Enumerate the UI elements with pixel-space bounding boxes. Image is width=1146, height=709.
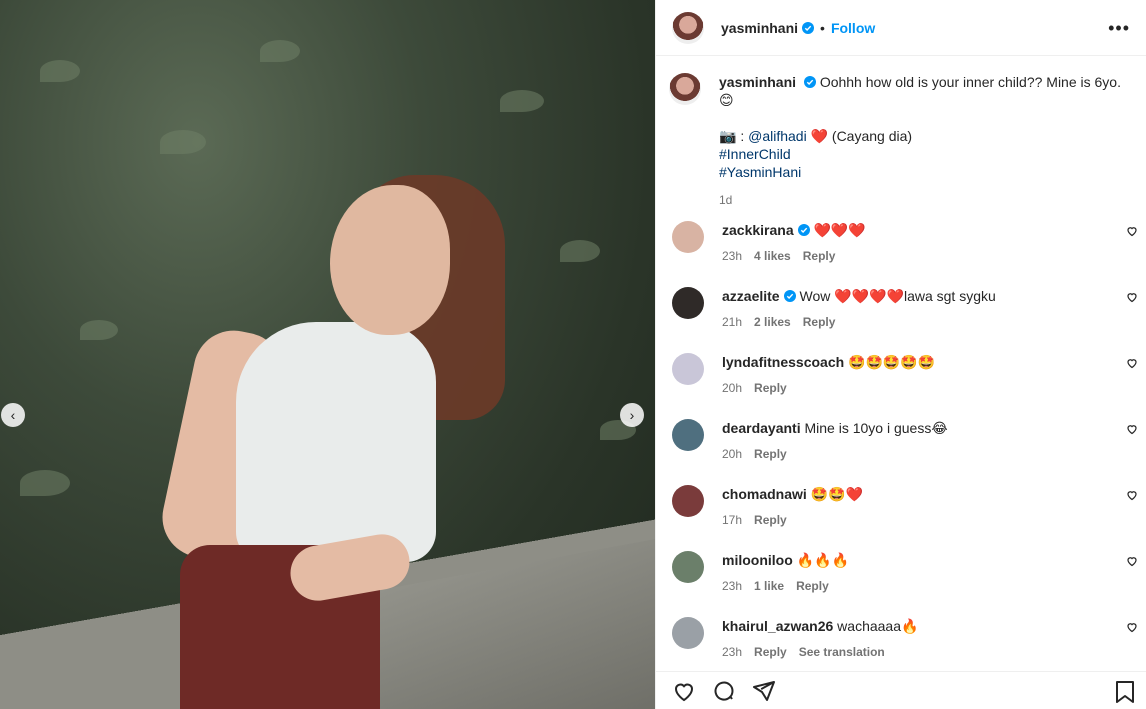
- comment-item: zackkirana ❤️❤️❤️ 23h 4 likes Reply: [656, 221, 1146, 287]
- commenter-username[interactable]: milooniloo: [722, 552, 793, 568]
- reply-button[interactable]: Reply: [803, 249, 836, 263]
- woman-head: [330, 185, 450, 335]
- comment-likes[interactable]: 1 like: [754, 579, 784, 593]
- comment-time: 21h: [722, 315, 743, 329]
- commenter-avatar[interactable]: [672, 617, 704, 649]
- comment-item: azzaelite Wow ❤️❤️❤️❤️lawa sgt sygku 21h 2…: [656, 287, 1146, 353]
- author-username[interactable]: yasminhani: [721, 20, 798, 36]
- leaf: [160, 130, 206, 154]
- commenter-avatar[interactable]: [672, 353, 704, 385]
- leaf: [20, 470, 70, 496]
- mention-link[interactable]: @alifhadi: [748, 128, 807, 144]
- author-avatar[interactable]: [669, 73, 701, 105]
- like-comment-icon[interactable]: [1126, 357, 1138, 369]
- comment-text: 🤩🤩🤩🤩🤩: [848, 354, 936, 370]
- like-comment-icon[interactable]: [1126, 423, 1138, 435]
- comment-text: 🤩🤩❤️: [810, 486, 863, 502]
- caption-username[interactable]: yasminhani: [719, 74, 796, 90]
- see-translation-button[interactable]: See translation: [799, 645, 885, 659]
- comment-time: 20h: [722, 447, 743, 461]
- action-bar: [656, 671, 1146, 709]
- reply-button[interactable]: Reply: [803, 315, 836, 329]
- more-options-icon[interactable]: •••: [1108, 18, 1130, 39]
- comment-item: milooniloo 🔥🔥🔥 23h 1 like Reply: [656, 551, 1146, 617]
- reply-button[interactable]: Reply: [754, 513, 787, 527]
- commenter-avatar[interactable]: [672, 221, 704, 253]
- verified-icon: [797, 224, 810, 236]
- commenter-avatar[interactable]: [672, 287, 704, 319]
- post-view: ‹ › yasminhani • Follow ••• yasminhani O…: [0, 0, 1146, 709]
- comment-list: zackkirana ❤️❤️❤️ 23h 4 likes Reply azzaelit…: [656, 221, 1146, 671]
- leaf: [80, 320, 118, 340]
- comment-item: khairul_azwan26 wachaaaa🔥 23h Reply See tra…: [656, 617, 1146, 671]
- comment-time: 23h: [722, 645, 743, 659]
- post-photo: ‹ ›: [0, 0, 655, 709]
- comments-scroll[interactable]: yasminhani Oohhh how old is your inner c…: [656, 57, 1146, 671]
- comment-time: 20h: [722, 381, 743, 395]
- commenter-username[interactable]: azzaelite: [722, 288, 780, 304]
- comment-likes[interactable]: 2 likes: [754, 315, 791, 329]
- post-age: 1d: [719, 193, 733, 207]
- verified-icon: [802, 21, 815, 34]
- comment-item: chomadnawi 🤩🤩❤️ 17h Reply: [656, 485, 1146, 551]
- author-avatar[interactable]: [672, 11, 704, 44]
- credit-suffix: (Cayang dia): [828, 128, 913, 144]
- follow-button[interactable]: Follow: [831, 20, 875, 36]
- woman-top: [236, 322, 436, 562]
- caption-text: Oohhh how old is your inner child?? Mine…: [819, 74, 1121, 90]
- commenter-avatar[interactable]: [672, 551, 704, 583]
- like-comment-icon[interactable]: [1126, 621, 1138, 633]
- heart-emoji: ❤️: [810, 128, 829, 144]
- comment-text: Wow ❤️❤️❤️❤️lawa sgt sygku: [799, 288, 996, 304]
- verified-icon: [783, 290, 796, 302]
- commenter-avatar[interactable]: [672, 485, 704, 517]
- save-icon[interactable]: [1114, 680, 1136, 704]
- leaf: [260, 40, 300, 62]
- commenter-avatar[interactable]: [672, 419, 704, 451]
- commenter-username[interactable]: deardayanti: [722, 420, 801, 436]
- share-icon[interactable]: [752, 679, 776, 703]
- leaf: [560, 240, 600, 262]
- reply-button[interactable]: Reply: [754, 645, 787, 659]
- post-caption: yasminhani Oohhh how old is your inner c…: [656, 57, 1146, 221]
- comment-item: deardayanti Mine is 10yo i guess😂 20h Repl…: [656, 419, 1146, 485]
- post-header: yasminhani • Follow •••: [656, 0, 1146, 56]
- verified-icon: [803, 76, 816, 88]
- reply-button[interactable]: Reply: [754, 381, 787, 395]
- next-photo-button[interactable]: ›: [620, 403, 644, 427]
- comment-text: 🔥🔥🔥: [796, 552, 849, 568]
- like-icon[interactable]: [672, 679, 696, 703]
- comment-icon[interactable]: [712, 679, 736, 703]
- comment-text: wachaaaa🔥: [837, 618, 919, 634]
- reply-button[interactable]: Reply: [754, 447, 787, 461]
- commenter-username[interactable]: lyndafitnesscoach: [722, 354, 844, 370]
- hashtag-link[interactable]: #InnerChild: [719, 146, 791, 162]
- comment-text: Mine is 10yo i guess😂: [804, 420, 948, 436]
- comment-time: 23h: [722, 249, 743, 263]
- hashtag-link[interactable]: #YasminHani: [719, 164, 801, 180]
- previous-photo-button[interactable]: ‹: [1, 403, 25, 427]
- reply-button[interactable]: Reply: [796, 579, 829, 593]
- commenter-username[interactable]: zackkirana: [722, 222, 794, 238]
- photo-credit-prefix: 📷 :: [719, 128, 749, 144]
- like-comment-icon[interactable]: [1126, 225, 1138, 237]
- comment-time: 17h: [722, 513, 743, 527]
- like-comment-icon[interactable]: [1126, 291, 1138, 303]
- commenter-username[interactable]: khairul_azwan26: [722, 618, 833, 634]
- leaf: [40, 60, 80, 82]
- leaf: [500, 90, 544, 112]
- like-comment-icon[interactable]: [1126, 489, 1138, 501]
- comment-likes[interactable]: 4 likes: [754, 249, 791, 263]
- commenter-username[interactable]: chomadnawi: [722, 486, 807, 502]
- comment-item: lyndafitnesscoach 🤩🤩🤩🤩🤩 20h Reply: [656, 353, 1146, 419]
- separator-dot: •: [820, 19, 825, 36]
- caption-emoji: 😊: [719, 92, 734, 108]
- comments-panel: yasminhani • Follow ••• yasminhani Oohhh…: [655, 0, 1146, 709]
- comment-text: ❤️❤️❤️: [813, 222, 866, 238]
- comment-time: 23h: [722, 579, 743, 593]
- like-comment-icon[interactable]: [1126, 555, 1138, 567]
